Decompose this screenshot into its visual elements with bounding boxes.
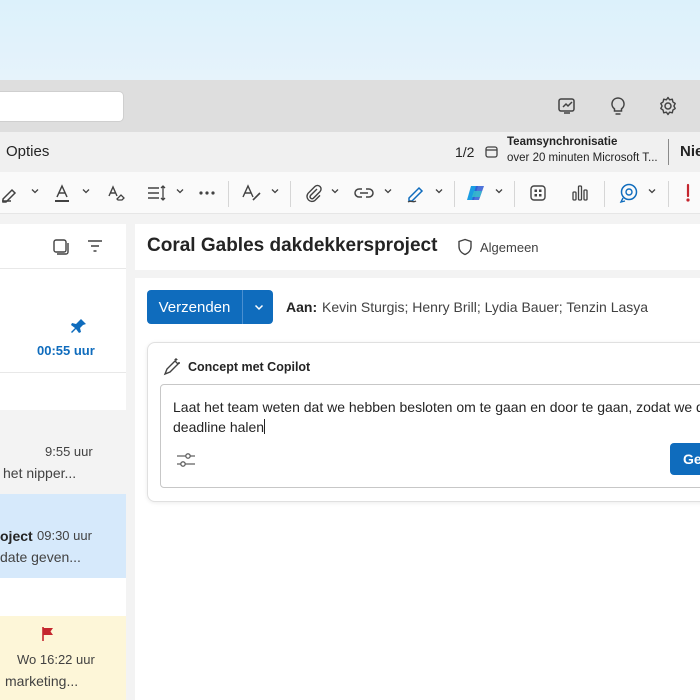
list-item[interactable]: 9:55 uur het nipper... (0, 410, 126, 494)
item-time: 00:55 uur (37, 343, 95, 358)
chevron-down-icon[interactable] (30, 186, 40, 196)
paragraph-spacing-icon[interactable] (145, 181, 169, 205)
divider (290, 181, 291, 207)
divider (668, 139, 669, 165)
item-preview: date geven... (0, 549, 81, 565)
list-item-selected[interactable]: oject 09:30 uur date geven... (0, 494, 126, 578)
divider (0, 372, 126, 373)
chevron-down-icon[interactable] (330, 186, 340, 196)
list-item-flagged[interactable]: Wo 16:22 uur marketing... (0, 616, 126, 700)
divider (514, 181, 515, 207)
copilot-icon[interactable] (464, 181, 488, 205)
select-mode-icon[interactable] (52, 238, 70, 256)
item-subject: oject (0, 528, 33, 544)
flag-icon[interactable] (40, 626, 56, 642)
chevron-down-icon[interactable] (270, 186, 280, 196)
to-recipients[interactable]: Kevin Sturgis; Henry Brill; Lydia Bauer;… (322, 299, 648, 315)
font-color-icon[interactable] (51, 181, 73, 205)
chevron-down-icon[interactable] (81, 186, 91, 196)
send-split-button: Verzenden (147, 290, 273, 324)
whiteboard-icon[interactable] (555, 94, 579, 118)
item-time: Wo 16:22 uur (17, 652, 95, 667)
editor-icon[interactable] (240, 181, 264, 205)
chart-icon[interactable] (569, 181, 591, 205)
clear-format-icon[interactable] (104, 181, 128, 205)
item-preview: marketing... (5, 673, 79, 689)
chevron-down-icon (254, 304, 263, 311)
sensitivity-label[interactable]: Algemeen (480, 240, 539, 255)
copilot-title: Concept met Copilot (188, 360, 311, 374)
signature-icon[interactable] (404, 181, 428, 205)
importance-high-icon[interactable] (680, 181, 696, 205)
copilot-pen-icon (163, 358, 180, 376)
message-subject[interactable]: Coral Gables dakdekkersproject (147, 235, 437, 257)
filter-icon[interactable] (87, 239, 103, 253)
outlook-window: Opties 1/2 Teamsynchronisatie over 20 mi… (0, 80, 700, 700)
chevron-down-icon[interactable] (175, 186, 185, 196)
item-preview: het nipper... (3, 465, 77, 481)
item-time: 09:30 uur (37, 528, 92, 543)
gear-icon[interactable] (656, 94, 680, 118)
divider (228, 181, 229, 207)
options-bar: Opties 1/2 Teamsynchronisatie over 20 mi… (0, 132, 700, 172)
tab-options[interactable]: Opties (6, 143, 49, 160)
search-input[interactable] (0, 91, 124, 122)
message-list: 00:55 uur 9:55 uur het nipper... oject 0… (0, 224, 126, 700)
lightbulb-icon[interactable] (606, 94, 630, 118)
meeting-title[interactable]: Teamsynchronisatie (507, 136, 617, 148)
generate-button[interactable]: Ge (670, 443, 700, 475)
link-icon[interactable] (352, 181, 376, 205)
new-button[interactable]: Nie (680, 143, 700, 160)
copilot-prompt-text[interactable]: Laat het team weten dat we hebben beslot… (173, 397, 700, 437)
send-options-button[interactable] (244, 290, 273, 324)
copilot-draft-card: Concept met Copilot Laat het team weten … (147, 342, 700, 502)
chevron-down-icon[interactable] (647, 186, 657, 196)
pager: 1/2 (455, 144, 475, 160)
meeting-subtitle: over 20 minuten Microsoft T... (507, 152, 658, 164)
chevron-down-icon[interactable] (383, 186, 393, 196)
calendar-icon (485, 145, 498, 163)
attach-icon[interactable] (302, 181, 324, 205)
message-subject-bar: Coral Gables dakdekkersproject Algemeen (135, 224, 700, 270)
title-bar (0, 80, 700, 132)
shield-icon (458, 238, 472, 256)
compose-area: Verzenden Aan: Kevin Sturgis; Henry Bril… (135, 278, 700, 700)
divider (668, 181, 669, 207)
to-label: Aan: (286, 299, 318, 315)
divider (0, 268, 126, 269)
list-header (0, 224, 126, 268)
item-time: 9:55 uur (45, 444, 93, 459)
send-button[interactable]: Verzenden (147, 290, 243, 324)
divider (604, 181, 605, 207)
pin-icon[interactable] (70, 317, 88, 335)
chevron-down-icon[interactable] (434, 186, 444, 196)
adjust-settings-icon[interactable] (176, 451, 196, 469)
more-options-icon[interactable] (196, 181, 218, 205)
loop-icon[interactable] (617, 181, 641, 205)
highlight-icon[interactable] (0, 181, 22, 205)
formatting-ribbon (0, 172, 700, 214)
apps-icon[interactable] (527, 181, 549, 205)
desktop-background (0, 0, 700, 80)
copilot-prompt-input[interactable]: Laat het team weten dat we hebben beslot… (160, 384, 700, 488)
divider (454, 181, 455, 207)
chevron-down-icon[interactable] (494, 186, 504, 196)
list-item[interactable]: 00:55 uur (0, 308, 126, 372)
